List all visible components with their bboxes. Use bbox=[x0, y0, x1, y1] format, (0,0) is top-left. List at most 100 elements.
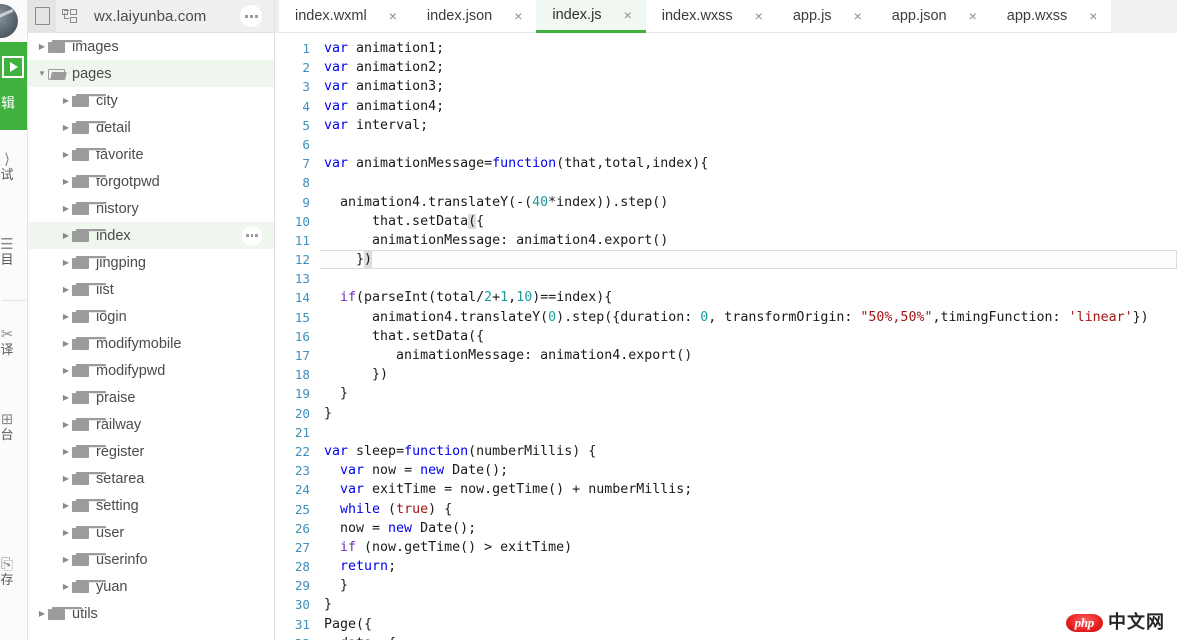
tree-item-userinfo[interactable]: ▶ userinfo bbox=[28, 546, 274, 573]
code-line-20[interactable]: 20} bbox=[275, 404, 1177, 423]
tree-item-detail[interactable]: ▶ detail bbox=[28, 114, 274, 141]
code-line-text[interactable]: now = new Date(); bbox=[321, 519, 1177, 538]
file-tree-list[interactable]: ▶ images ▼ pages ▶ city ▶ detail ▶ favorite ▶ forgo… bbox=[28, 33, 274, 640]
editor-tab-index-wxss[interactable]: index.wxss × bbox=[645, 0, 777, 33]
chevron-right-icon[interactable]: ▶ bbox=[60, 339, 72, 348]
panel-toggle-button[interactable] bbox=[28, 0, 56, 33]
code-line-11[interactable]: 11 animationMessage: animation4.export() bbox=[275, 231, 1177, 250]
code-line-17[interactable]: 17 animationMessage: animation4.export() bbox=[275, 346, 1177, 365]
chevron-right-icon[interactable]: ▶ bbox=[60, 393, 72, 402]
code-line-14[interactable]: 14 if(parseInt(total/2+1,10)==index){ bbox=[275, 288, 1177, 307]
code-line-31[interactable]: 31 Page({ bbox=[275, 615, 1177, 634]
chevron-right-icon[interactable]: ▶ bbox=[36, 609, 48, 618]
code-line-text[interactable]: } bbox=[321, 595, 1177, 614]
tree-item-list[interactable]: ▶ list bbox=[28, 276, 274, 303]
code-line-16[interactable]: 16 that.setData({ bbox=[275, 327, 1177, 346]
tree-item-index[interactable]: ▶ index bbox=[28, 222, 274, 249]
code-line-text[interactable]: animationMessage: animation4.export() bbox=[321, 231, 1177, 250]
code-line-text[interactable]: var animation2; bbox=[321, 58, 1177, 77]
editor-tab-index-js[interactable]: index.js × bbox=[536, 0, 646, 33]
editor-tab-index-json[interactable]: index.json × bbox=[410, 0, 537, 33]
chevron-right-icon[interactable]: ▶ bbox=[60, 528, 72, 537]
chevron-right-icon[interactable]: ▶ bbox=[60, 474, 72, 483]
tree-item-more-button[interactable] bbox=[242, 225, 262, 246]
chevron-right-icon[interactable]: ▶ bbox=[60, 96, 72, 105]
tree-item-jingping[interactable]: ▶ jingping bbox=[28, 249, 274, 276]
tree-item-modifypwd[interactable]: ▶ modifypwd bbox=[28, 357, 274, 384]
close-icon[interactable]: × bbox=[1089, 9, 1097, 23]
code-line-19[interactable]: 19 } bbox=[275, 384, 1177, 403]
code-line-text[interactable]: var now = new Date(); bbox=[321, 461, 1177, 480]
chevron-right-icon[interactable]: ▶ bbox=[36, 42, 48, 51]
chevron-down-icon[interactable]: ▼ bbox=[36, 69, 48, 78]
editor-tab-app-wxss[interactable]: app.wxss × bbox=[990, 0, 1112, 33]
close-icon[interactable]: × bbox=[389, 9, 397, 23]
tree-item-favorite[interactable]: ▶ favorite bbox=[28, 141, 274, 168]
close-icon[interactable]: × bbox=[624, 8, 632, 22]
chevron-right-icon[interactable]: ▶ bbox=[60, 177, 72, 186]
code-line-25[interactable]: 25 while (true) { bbox=[275, 500, 1177, 519]
code-line-text[interactable]: }) bbox=[320, 250, 1177, 270]
code-line-26[interactable]: 26 now = new Date(); bbox=[275, 519, 1177, 538]
code-line-4[interactable]: 4 var animation4; bbox=[275, 97, 1177, 116]
tree-item-modifymobile[interactable]: ▶ modifymobile bbox=[28, 330, 274, 357]
tree-item-forgotpwd[interactable]: ▶ forgotpwd bbox=[28, 168, 274, 195]
code-line-text[interactable]: if(parseInt(total/2+1,10)==index){ bbox=[321, 288, 1177, 307]
code-line-24[interactable]: 24 var exitTime = now.getTime() + number… bbox=[275, 480, 1177, 499]
code-line-28[interactable]: 28 return; bbox=[275, 557, 1177, 576]
tree-item-login[interactable]: ▶ login bbox=[28, 303, 274, 330]
chevron-right-icon[interactable]: ▶ bbox=[60, 366, 72, 375]
code-line-22[interactable]: 22 var sleep=function(numberMillis) { bbox=[275, 442, 1177, 461]
chevron-right-icon[interactable]: ▶ bbox=[60, 420, 72, 429]
chevron-right-icon[interactable]: ▶ bbox=[60, 285, 72, 294]
code-line-6[interactable]: 6 bbox=[275, 135, 1177, 154]
rail-edit-button[interactable]: 编辑 bbox=[0, 42, 27, 130]
code-line-27[interactable]: 27 if (now.getTime() > exitTime) bbox=[275, 538, 1177, 557]
chevron-right-icon[interactable]: ▶ bbox=[60, 582, 72, 591]
project-more-button[interactable] bbox=[240, 5, 262, 27]
code-line-15[interactable]: 15 animation4.translateY(0).step({durati… bbox=[275, 308, 1177, 327]
chevron-right-icon[interactable]: ▶ bbox=[60, 123, 72, 132]
code-line-text[interactable]: that.setData({ bbox=[321, 212, 1177, 231]
code-line-text[interactable]: var exitTime = now.getTime() + numberMil… bbox=[321, 480, 1177, 499]
close-icon[interactable]: × bbox=[514, 9, 522, 23]
tree-item-railway[interactable]: ▶ railway bbox=[28, 411, 274, 438]
code-line-text[interactable]: } bbox=[321, 404, 1177, 423]
code-line-12[interactable]: 12 }) bbox=[275, 250, 1177, 270]
editor-tab-bar[interactable]: index.wxml × index.json × index.js × index.wxs… bbox=[275, 0, 1177, 33]
editor-tab-index-wxml[interactable]: index.wxml × bbox=[279, 0, 411, 33]
code-viewport[interactable]: 1 var animation1; 2 var animation2; 3 var ani… bbox=[275, 33, 1177, 640]
tree-item-register[interactable]: ▶ register bbox=[28, 438, 274, 465]
code-line-text[interactable]: } bbox=[321, 384, 1177, 403]
code-line-text[interactable]: animation4.translateY(-(40*index)).step(… bbox=[321, 193, 1177, 212]
code-line-18[interactable]: 18 }) bbox=[275, 365, 1177, 384]
chevron-right-icon[interactable]: ▶ bbox=[60, 204, 72, 213]
tree-item-history[interactable]: ▶ history bbox=[28, 195, 274, 222]
code-line-10[interactable]: 10 that.setData({ bbox=[275, 212, 1177, 231]
code-line-text[interactable]: var sleep=function(numberMillis) { bbox=[321, 442, 1177, 461]
rail-item-3[interactable]: ⊞ 台 bbox=[0, 410, 27, 443]
code-line-2[interactable]: 2 var animation2; bbox=[275, 58, 1177, 77]
chevron-right-icon[interactable]: ▶ bbox=[60, 312, 72, 321]
tree-item-user[interactable]: ▶ user bbox=[28, 519, 274, 546]
tree-item-pages[interactable]: ▼ pages bbox=[28, 60, 274, 87]
code-line-text[interactable]: that.setData({ bbox=[321, 327, 1177, 346]
tree-item-setting[interactable]: ▶ setting bbox=[28, 492, 274, 519]
code-line-text[interactable]: while (true) { bbox=[321, 500, 1177, 519]
code-line-1[interactable]: 1 var animation1; bbox=[275, 39, 1177, 58]
chevron-right-icon[interactable]: ▶ bbox=[60, 150, 72, 159]
tree-item-praise[interactable]: ▶ praise bbox=[28, 384, 274, 411]
tree-item-images[interactable]: ▶ images bbox=[28, 33, 274, 60]
code-line-text[interactable]: var animationMessage=function(that,total… bbox=[321, 154, 1177, 173]
code-line-text[interactable]: return; bbox=[321, 557, 1177, 576]
chevron-right-icon[interactable]: ▶ bbox=[60, 258, 72, 267]
code-line-8[interactable]: 8 bbox=[275, 173, 1177, 192]
tree-item-city[interactable]: ▶ city bbox=[28, 87, 274, 114]
tree-item-utils[interactable]: ▶ utils bbox=[28, 600, 274, 627]
close-icon[interactable]: × bbox=[854, 9, 862, 23]
tree-item-setarea[interactable]: ▶ setarea bbox=[28, 465, 274, 492]
rail-item-4[interactable]: ⎘ 存 bbox=[0, 555, 27, 588]
code-line-text[interactable]: data: { bbox=[321, 634, 1177, 640]
code-line-13[interactable]: 13 bbox=[275, 269, 1177, 288]
code-line-text[interactable]: var animation1; bbox=[321, 39, 1177, 58]
